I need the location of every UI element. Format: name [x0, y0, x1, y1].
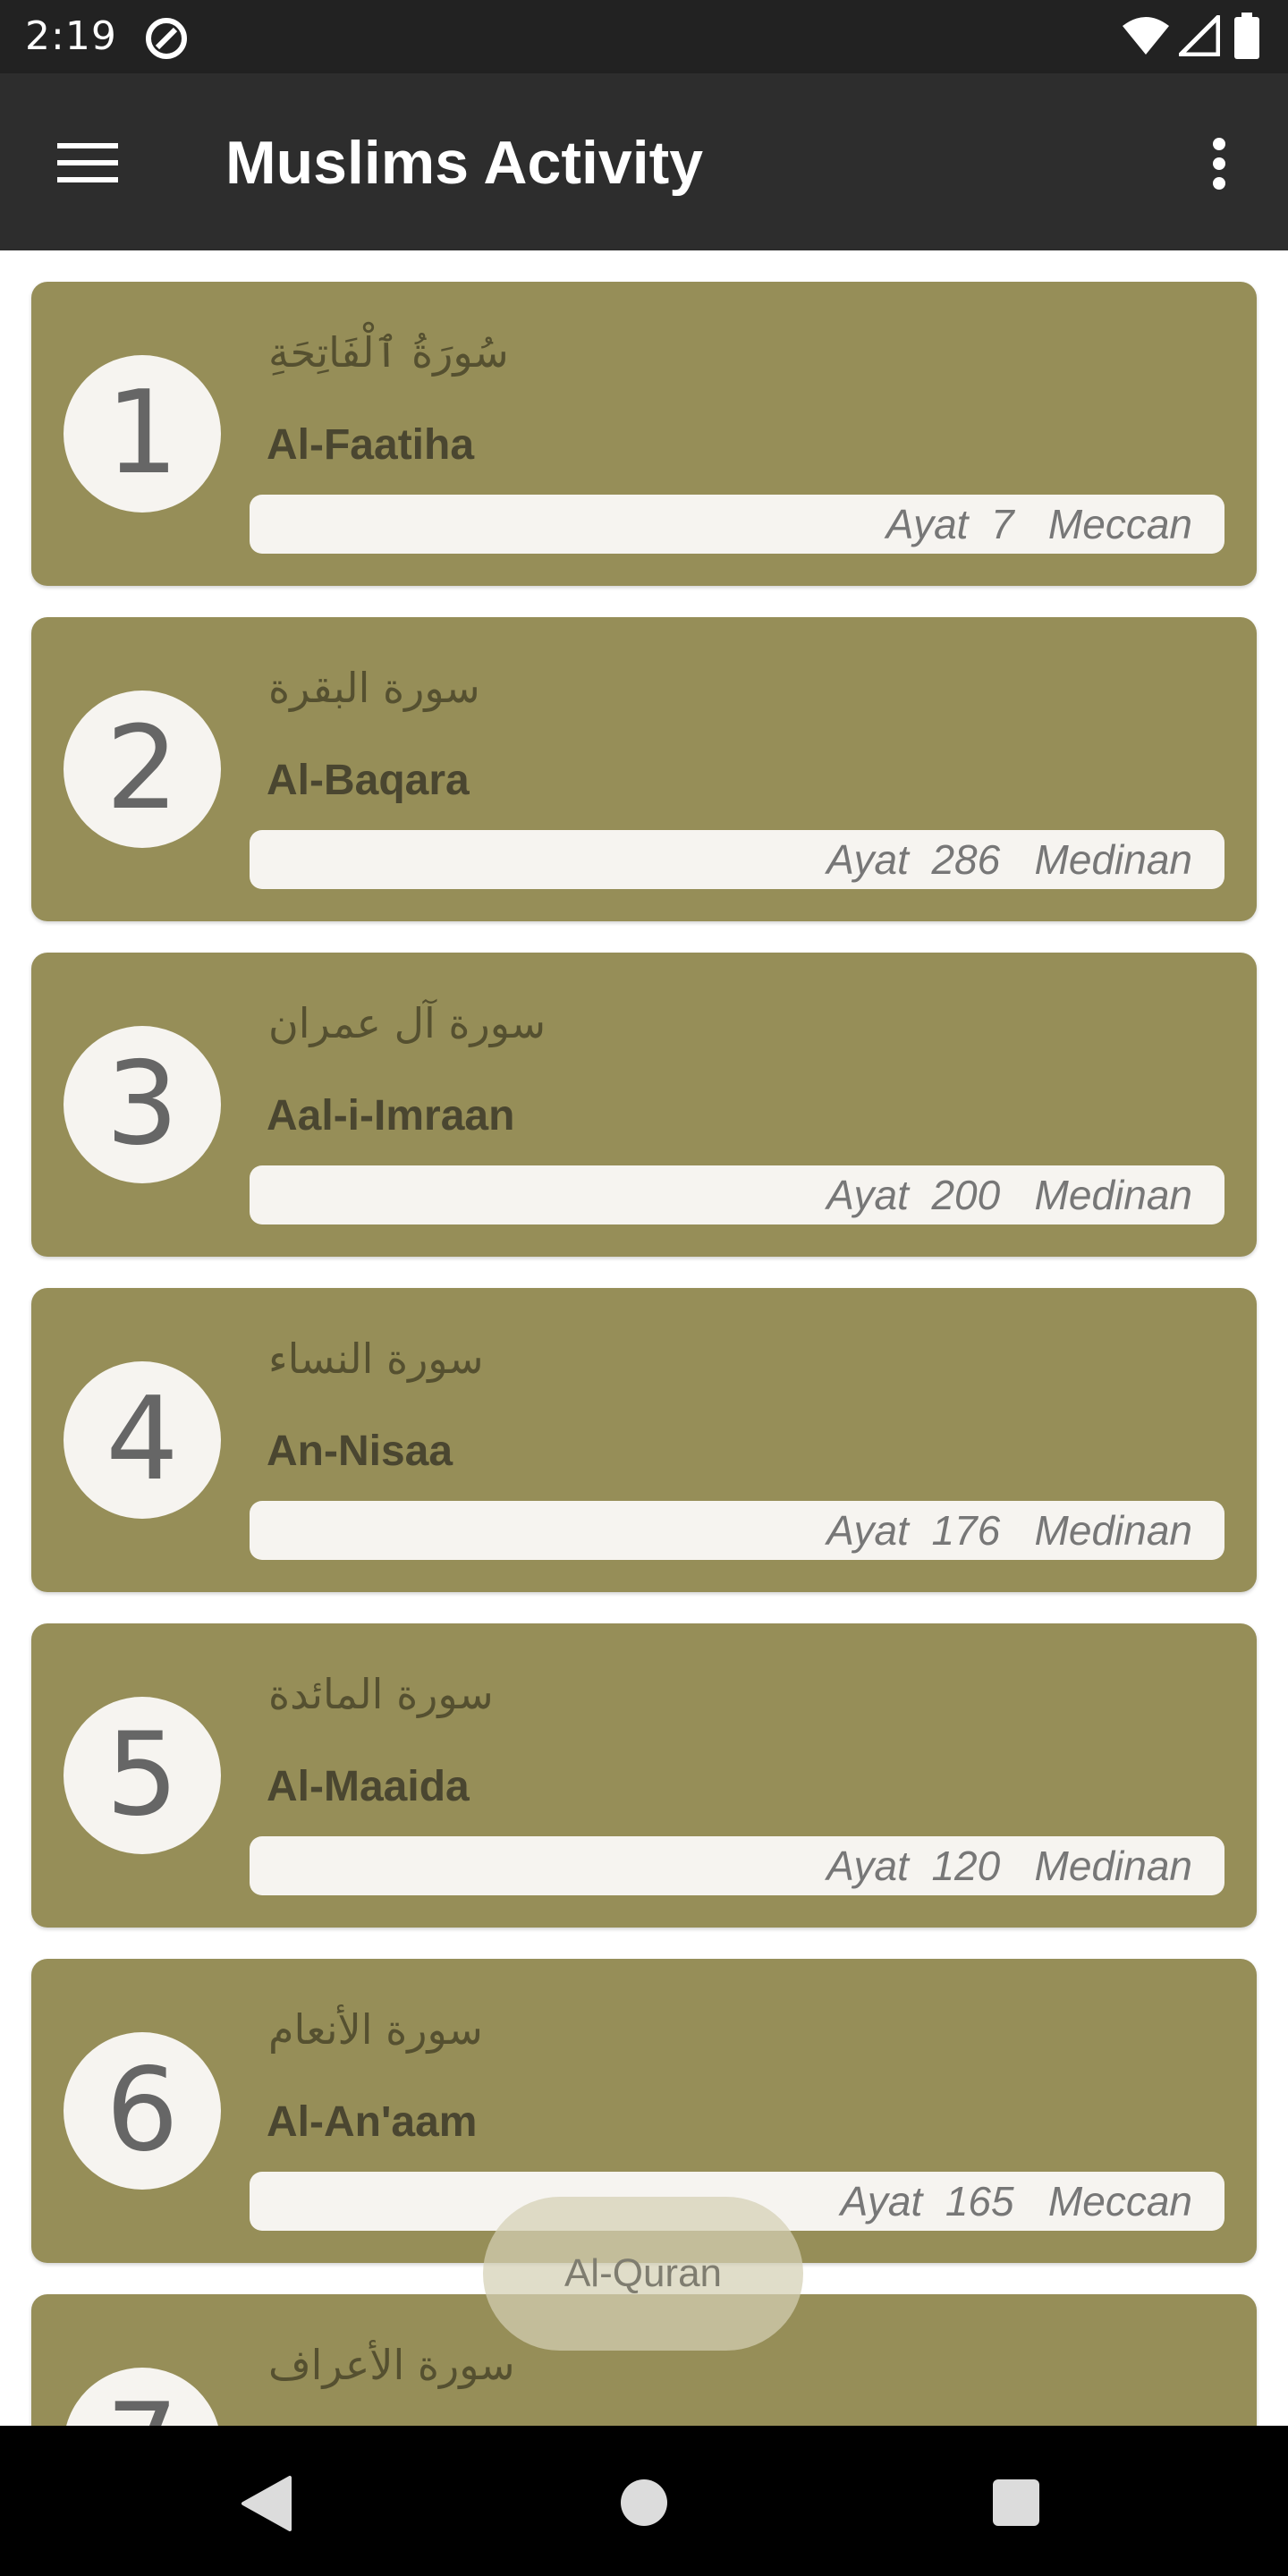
- surah-info-bar: Ayat 176 Medinan: [250, 1501, 1224, 1560]
- surah-arabic-name: سورة الأنعام: [268, 2005, 483, 2054]
- surah-arabic-name: سورة البقرة: [268, 664, 480, 712]
- surah-info-bar: Ayat 7 Meccan: [250, 495, 1224, 554]
- surah-card[interactable]: 2 سورة البقرة Al-Baqara Ayat 286 Medinan: [31, 617, 1257, 921]
- surah-info: Ayat 120 Medinan: [826, 1843, 1192, 1889]
- recents-square-icon[interactable]: [993, 2479, 1039, 2526]
- surah-number: 2: [64, 691, 221, 848]
- wifi-icon: [1123, 17, 1169, 55]
- data-saver-icon: [146, 18, 187, 59]
- surah-number: 3: [64, 1026, 221, 1183]
- surah-info: Ayat 7 Meccan: [886, 501, 1192, 547]
- surah-info-bar: Ayat 200 Medinan: [250, 1165, 1224, 1224]
- status-time: 2:19: [25, 13, 117, 59]
- surah-english-name: Aal-i-Imraan: [267, 1092, 515, 1140]
- surah-arabic-name: سورة آل عمران: [268, 999, 547, 1047]
- surah-english-name: Al-Faatiha: [267, 421, 475, 469]
- surah-arabic-name: سورة الأعراف: [268, 2341, 515, 2389]
- surah-list: 1 سُورَةُ ٱلْفَاتِحَةِ Al-Faatiha Ayat 7…: [0, 250, 1288, 2426]
- back-triangle-icon[interactable]: [240, 2474, 293, 2533]
- status-bar: 2:19: [0, 0, 1288, 73]
- al-quran-button[interactable]: Al-Quran: [483, 2197, 803, 2351]
- surah-number: 6: [64, 2032, 221, 2190]
- battery-icon: [1234, 13, 1259, 59]
- surah-english-name: An-Nisaa: [267, 1428, 453, 1475]
- surah-card[interactable]: 5 سورة المائدة Al-Maaida Ayat 120 Medina…: [31, 1623, 1257, 1928]
- cell-signal-icon: [1179, 15, 1220, 56]
- surah-english-name: Al-An'aam: [267, 2098, 478, 2146]
- surah-info: Ayat 176 Medinan: [826, 1507, 1192, 1554]
- surah-info: Ayat 286 Medinan: [826, 836, 1192, 883]
- surah-number: 1: [64, 355, 221, 513]
- surah-arabic-name: سورة النساء: [268, 1335, 484, 1383]
- hamburger-menu-icon[interactable]: [45, 131, 131, 195]
- app-title: Muslims Activity: [225, 129, 704, 197]
- surah-card[interactable]: 4 سورة النساء An-Nisaa Ayat 176 Medinan: [31, 1288, 1257, 1592]
- surah-arabic-name: سُورَةُ ٱلْفَاتِحَةِ: [268, 328, 509, 377]
- surah-card[interactable]: 1 سُورَةُ ٱلْفَاتِحَةِ Al-Faatiha Ayat 7…: [31, 282, 1257, 586]
- surah-number: 4: [64, 1361, 221, 1519]
- surah-arabic-name: سورة المائدة: [268, 1670, 494, 1718]
- surah-number: 7: [64, 2368, 221, 2426]
- surah-english-name: Al-Maaida: [267, 1763, 470, 1810]
- surah-info-bar: Ayat 286 Medinan: [250, 830, 1224, 889]
- surah-card[interactable]: 3 سورة آل عمران Aal-i-Imraan Ayat 200 Me…: [31, 953, 1257, 1257]
- navigation-bar: [0, 2426, 1288, 2576]
- surah-info: Ayat 200 Medinan: [826, 1172, 1192, 1218]
- app-bar: Muslims Activity: [0, 73, 1288, 250]
- more-vert-icon[interactable]: [1190, 123, 1247, 202]
- surah-number: 5: [64, 1697, 221, 1854]
- home-circle-icon[interactable]: [621, 2479, 667, 2526]
- surah-info-bar: Ayat 120 Medinan: [250, 1836, 1224, 1895]
- surah-english-name: Al-Baqara: [267, 757, 470, 804]
- surah-info: Ayat 165 Meccan: [840, 2178, 1192, 2224]
